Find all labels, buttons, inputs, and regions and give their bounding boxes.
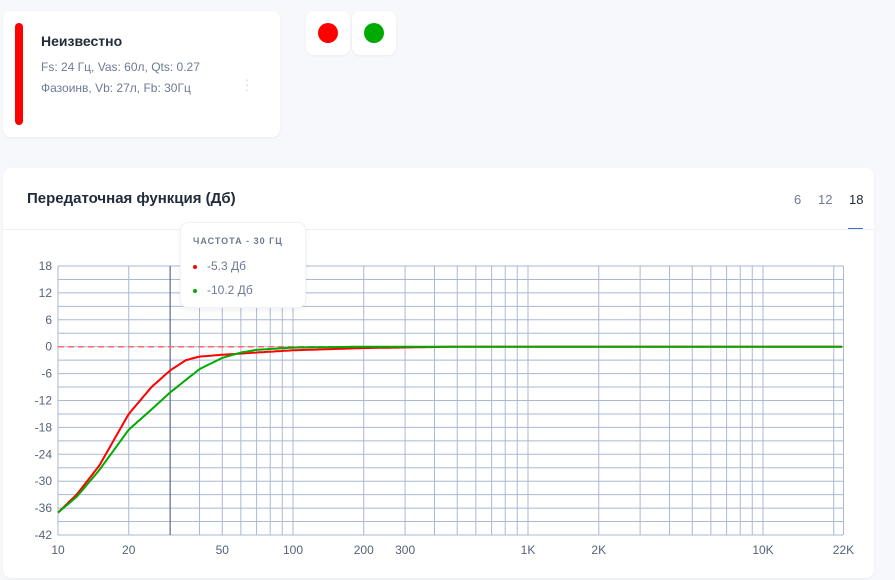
y-tick-label: 0 [45,340,52,354]
tooltip-value: -5.3 Дб [207,259,247,273]
x-tick-label: 100 [283,543,303,557]
red-dot-icon [193,264,197,269]
y-tick-label: -18 [35,420,53,434]
series-line-green [57,345,842,514]
x-tick-label: 20 [122,543,136,557]
x-tick-label: 10K [752,543,773,557]
tooltip-row-red: -5.3 Дб [193,259,246,273]
y-tick-label: -24 [35,447,53,461]
green-dot-icon [193,288,197,293]
y-tick-label: -36 [35,501,53,515]
y-tick-label: -12 [35,394,53,408]
x-tick-label: 2K [591,543,606,557]
tooltip-value: -10.2 Дб [207,283,253,297]
y-tick-label: 12 [39,286,53,300]
transfer-function-chart[interactable]: 18 12 6 0 -6 -12 -18 -24 -30 -36 -4210 20 50 100 200 30… [0,0,895,580]
x-tick-label: 22K [833,543,854,557]
x-tick-label: 200 [354,543,374,557]
tooltip-row-green: -10.2 Дб [193,283,253,297]
y-tick-label: 18 [39,259,53,273]
y-tick-label: -42 [35,528,53,542]
x-tick-label: 1K [521,543,536,557]
x-tick-label: 300 [395,543,415,557]
y-tick-label: -6 [41,367,52,381]
y-tick-label: -30 [35,474,53,488]
tooltip-header: ЧАСТОТА - 30 ГЦ [193,236,283,246]
x-tick-label: 10 [51,543,65,557]
tooltip: ЧАСТОТА - 30 ГЦ -5.3 Дб -10.2 Дб [180,222,306,308]
series-line-red [57,345,842,514]
x-tick-label: 50 [216,543,230,557]
y-tick-label: 6 [45,313,52,327]
